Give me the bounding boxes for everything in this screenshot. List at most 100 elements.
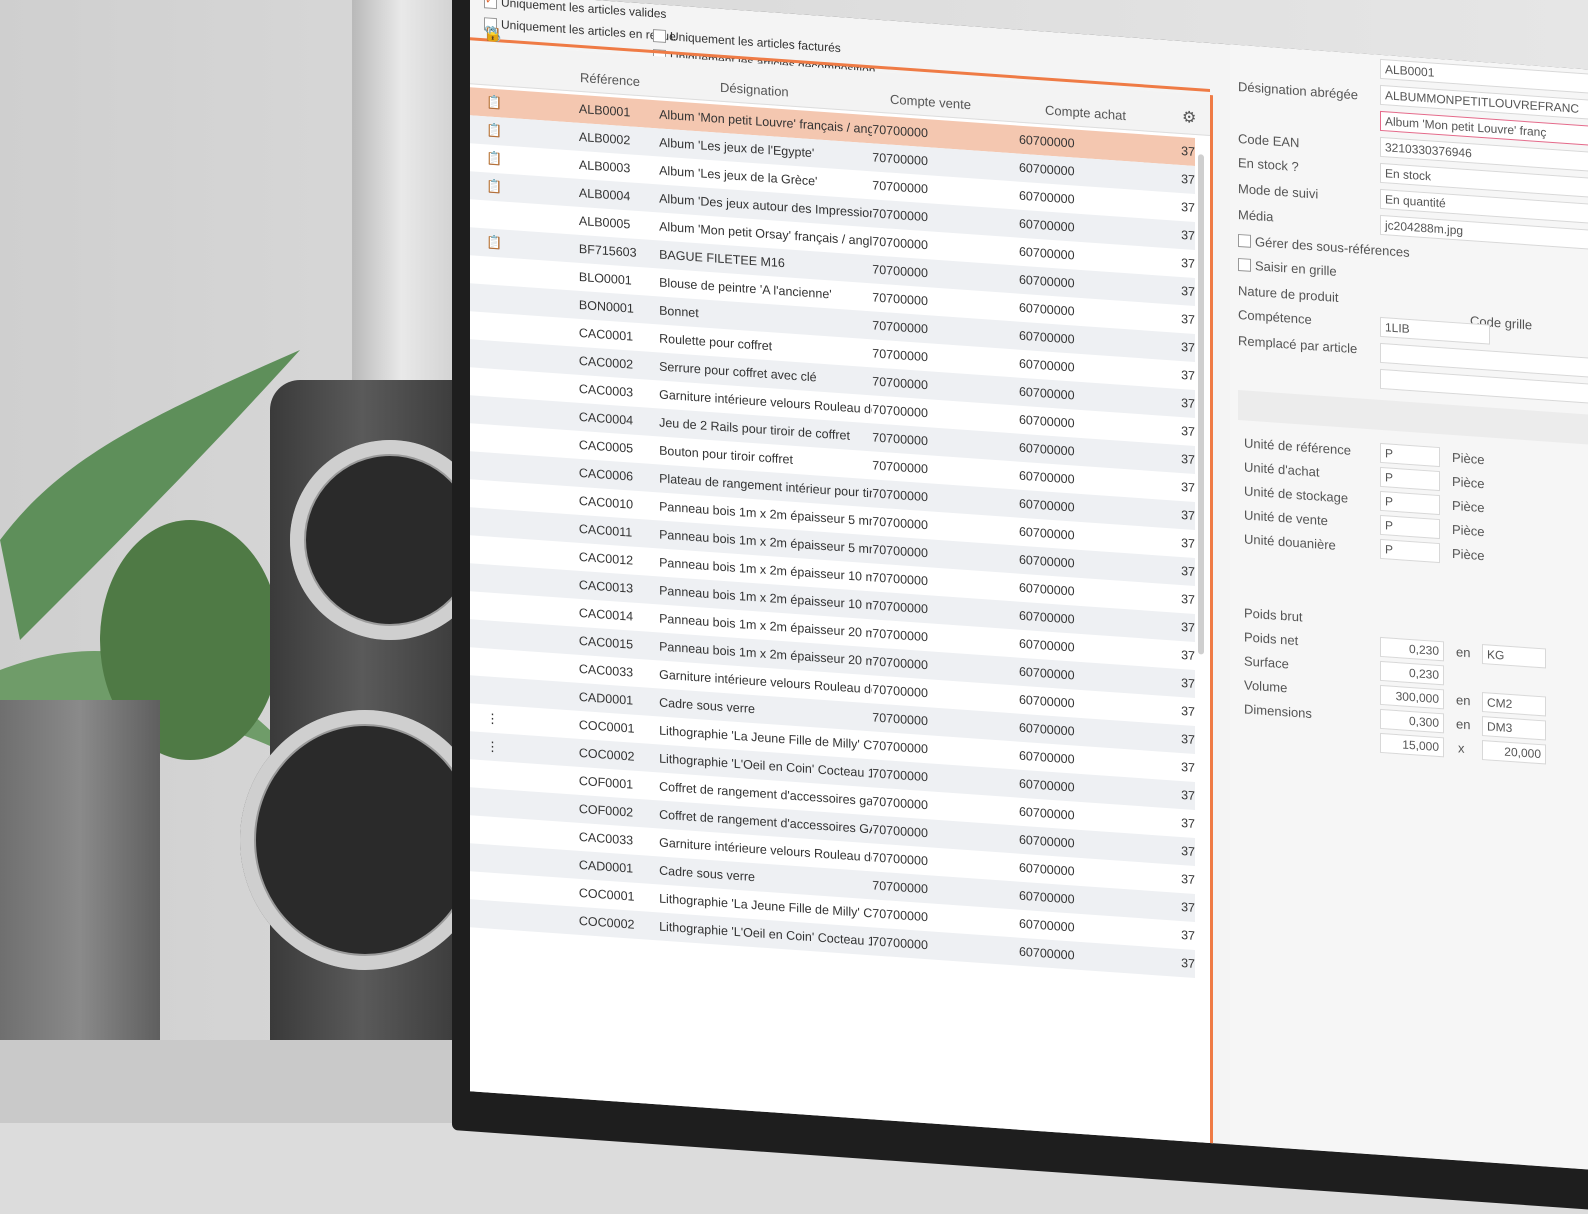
- cell-code: 37: [1181, 703, 1195, 719]
- header-designation[interactable]: Désignation: [720, 80, 789, 100]
- header-sales-account[interactable]: Compte vente: [890, 92, 971, 113]
- label-media: Média: [1238, 206, 1274, 225]
- cell-code: 37: [1181, 283, 1195, 299]
- cell-reference: CAC0033: [578, 829, 634, 848]
- gross-weight-field[interactable]: 0,230: [1380, 636, 1444, 662]
- checkbox-icon[interactable]: [1238, 257, 1251, 272]
- row-icon-cell: [470, 381, 579, 389]
- header-reference[interactable]: Référence: [580, 70, 640, 89]
- row-icon-cell: [470, 465, 579, 473]
- cell-reference: ALB0002: [578, 129, 631, 148]
- unit-code-field[interactable]: P: [1380, 538, 1440, 564]
- row-icon-cell: [470, 857, 579, 865]
- cell-reference: COC0002: [578, 913, 635, 932]
- cell-purchase-account: 60700000: [1018, 328, 1075, 347]
- cell-code: 37: [1181, 255, 1195, 271]
- row-icon-cell: [470, 577, 579, 585]
- cell-purchase-account: 60700000: [1018, 468, 1075, 487]
- cell-sales-account: 70700000: [872, 346, 928, 365]
- row-icon-cell: [470, 493, 579, 501]
- cell-reference: CAC0002: [578, 353, 634, 372]
- times-label: x: [1458, 740, 1465, 756]
- cell-code: 37: [1181, 367, 1195, 383]
- cell-code: 37: [1181, 899, 1195, 915]
- unit-code-field[interactable]: P: [1380, 442, 1440, 468]
- cell-code: 37: [1181, 479, 1195, 495]
- cell-reference: CAC0001: [578, 325, 634, 344]
- cell-reference: CAC0015: [578, 633, 634, 652]
- unit-code-field[interactable]: P: [1380, 514, 1440, 540]
- label-unit-purchase: Unité d'achat: [1244, 459, 1320, 480]
- cell-purchase-account: 60700000: [1018, 300, 1075, 319]
- row-icon-cell: [470, 269, 579, 277]
- en-label: en: [1456, 644, 1471, 661]
- cell-code: 37: [1181, 199, 1195, 215]
- article-form: ALB0001 Désignation abrégée ALBUMMONPETI…: [1230, 44, 1588, 1174]
- cell-reference: CAC0006: [578, 465, 634, 484]
- clipboard-icon: 📋: [486, 94, 503, 111]
- monitor: Uniquement les articles valides Uniqueme…: [452, 0, 1588, 1214]
- cell-reference: ALB0001: [578, 101, 631, 120]
- dimension-2-field[interactable]: 20,000: [1482, 740, 1546, 765]
- unit-code-field[interactable]: P: [1380, 466, 1440, 492]
- cell-sales-account: 70700000: [872, 374, 928, 393]
- cell-sales-account: 70700000: [872, 934, 928, 953]
- cell-sales-account: 70700000: [872, 738, 928, 757]
- cell-code: 37: [1181, 591, 1195, 607]
- cell-reference: ALB0003: [578, 157, 631, 176]
- cell-reference: CAD0001: [578, 857, 634, 876]
- checkbox-icon[interactable]: [484, 0, 497, 9]
- cell-sales-account: 70700000: [872, 122, 928, 141]
- checkbox-icon[interactable]: [653, 28, 666, 43]
- label-unit-storage: Unité de stockage: [1244, 483, 1349, 506]
- cell-purchase-account: 60700000: [1018, 804, 1075, 823]
- cell-sales-account: 70700000: [872, 262, 928, 281]
- clipboard-icon: 📋: [486, 122, 503, 139]
- surface-unit-field[interactable]: CM2: [1482, 692, 1546, 717]
- checkbox-icon[interactable]: [1238, 233, 1251, 248]
- volume-field[interactable]: 0,300: [1380, 708, 1444, 734]
- cell-code: 37: [1181, 311, 1195, 327]
- grid-entry-checkbox[interactable]: Saisir en grille: [1238, 257, 1337, 279]
- volume-unit-field[interactable]: DM3: [1482, 716, 1546, 741]
- row-icon-cell: [470, 689, 579, 697]
- row-icon-cell: [470, 829, 579, 837]
- unit-code-field[interactable]: P: [1380, 490, 1440, 516]
- lock-icon[interactable]: 🔒: [484, 25, 501, 43]
- cell-code: 37: [1181, 563, 1195, 579]
- cell-purchase-account: 60700000: [1018, 720, 1075, 739]
- label-ean: Code EAN: [1238, 130, 1300, 151]
- surface-field[interactable]: 300,000: [1380, 684, 1444, 710]
- vertical-scrollbar[interactable]: [1198, 154, 1204, 655]
- row-icon-cell: [470, 521, 579, 529]
- articles-grid: 📋 📎 ⋮ 🔒 Référence Désignation Compte ven…: [470, 25, 1213, 1146]
- cell-code: 37: [1181, 171, 1195, 187]
- gear-icon[interactable]: ⚙: [1182, 107, 1196, 128]
- cell-code: 37: [1181, 507, 1195, 523]
- dimension-1-field[interactable]: 15,000: [1380, 732, 1444, 758]
- row-icon-cell: [470, 325, 579, 333]
- cell-code: 37: [1181, 871, 1195, 887]
- label-designation-short: Désignation abrégée: [1238, 78, 1358, 103]
- weight-unit-field[interactable]: KG: [1482, 644, 1546, 669]
- cell-purchase-account: 60700000: [1018, 272, 1075, 291]
- net-weight-field[interactable]: 0,230: [1380, 660, 1444, 686]
- cell-purchase-account: 60700000: [1018, 524, 1075, 543]
- cell-code: 37: [1181, 759, 1195, 775]
- clipboard-icon: 📋: [486, 178, 503, 195]
- cell-reference: COF0002: [578, 801, 634, 820]
- label-competence: Compétence: [1238, 306, 1312, 328]
- cell-code: 37: [1181, 843, 1195, 859]
- cell-purchase-account: 60700000: [1018, 860, 1075, 879]
- row-icon-cell: [470, 801, 579, 809]
- sub-refs-checkbox[interactable]: Gérer des sous-références: [1238, 233, 1410, 260]
- cell-code: 37: [1181, 143, 1195, 159]
- clipboard-icon: 📋: [486, 234, 503, 251]
- label-tracking: Mode de suivi: [1238, 180, 1319, 202]
- cell-sales-account: 70700000: [872, 178, 928, 197]
- header-purchase-account[interactable]: Compte achat: [1045, 102, 1126, 123]
- cell-sales-account: 70700000: [872, 430, 928, 449]
- cell-sales-account: 70700000: [872, 654, 928, 673]
- row-icon-cell: [470, 913, 579, 921]
- row-icon-cell: [470, 437, 579, 445]
